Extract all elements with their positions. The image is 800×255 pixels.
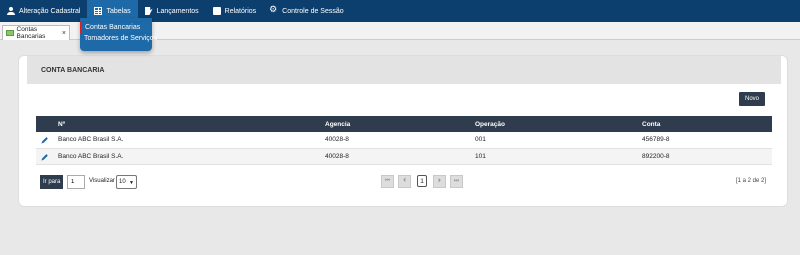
view-label: Visualizar (89, 178, 115, 184)
next-page-button[interactable]: ⏵ (433, 175, 446, 188)
table-row: Banco ABC Brasil S.A. 40028-8 001 456789… (36, 132, 772, 149)
header-numero: Nº (54, 116, 321, 132)
menu-label: Alteração Cadastral (19, 7, 81, 15)
pencil-icon[interactable] (42, 153, 48, 160)
tab-label: Contas Bancarias (16, 26, 46, 40)
tab-contas-bancarias[interactable]: Contas Bancarias × (2, 25, 70, 40)
menu-label: Lançamentos (156, 7, 199, 15)
first-page-button[interactable]: ⏮ (381, 175, 394, 188)
cell-conta: 892200-8 (638, 148, 772, 165)
user-icon (7, 7, 15, 15)
page-size-select[interactable]: 10 ▼ (116, 175, 137, 189)
gear-icon (269, 4, 278, 15)
header-edit (36, 116, 54, 132)
pagination: ⏮ ⏴ 1 ⏵ ⏭ (381, 175, 463, 188)
new-button[interactable]: Novo (738, 92, 765, 106)
edit-cell (36, 132, 54, 149)
goto-page-button[interactable]: Ir para (40, 175, 64, 189)
cell-operacao: 001 (471, 132, 638, 149)
close-icon[interactable]: × (62, 30, 66, 37)
menu-alteracao-cadastral[interactable]: Alteração Cadastral (0, 0, 87, 22)
header-conta: Conta (638, 116, 772, 132)
last-page-button[interactable]: ⏭ (450, 175, 463, 188)
table-footer: Ir para Visualizar 10 ▼ ⏮ ⏴ 1 ⏵ ⏭ [1 a 2… (40, 173, 768, 191)
menu-label: Controle de Sessão (282, 7, 344, 15)
edit-cell (36, 148, 54, 165)
edit-icon (144, 7, 153, 15)
folder-icon (6, 30, 14, 36)
cell-agencia: 40028-8 (321, 132, 471, 149)
current-page[interactable]: 1 (417, 175, 427, 187)
menu-controle-sessao[interactable]: Controle de Sessão (263, 0, 350, 22)
record-range: [1 a 2 de 2] (735, 178, 766, 184)
pencil-icon[interactable] (42, 137, 48, 144)
panel-title: CONTA BANCARIA (27, 56, 781, 84)
dropdown-item-tomadores-servicos[interactable]: Tomadores de Serviços (80, 33, 157, 44)
goto-page-input[interactable] (67, 175, 85, 189)
menu-label: Relatórios (224, 7, 257, 15)
menu-label: Tabelas (106, 7, 131, 15)
report-icon (212, 7, 221, 15)
chevron-down-icon: ▼ (129, 180, 134, 186)
header-operacao: Operação (471, 116, 638, 132)
cell-banco: Banco ABC Brasil S.A. (54, 148, 321, 165)
conta-bancaria-panel: CONTA BANCARIA Novo Nº Agencia Operação … (18, 55, 788, 207)
tabelas-dropdown: Contas Bancarias Tomadores de Serviços (80, 18, 157, 51)
table-icon (94, 7, 103, 15)
cell-agencia: 40028-8 (321, 148, 471, 165)
accounts-table: Nº Agencia Operação Conta Banco ABC Bras… (36, 116, 772, 165)
cell-operacao: 101 (471, 148, 638, 165)
header-agencia: Agencia (321, 116, 471, 132)
table-row: Banco ABC Brasil S.A. 40028-8 101 892200… (36, 148, 772, 165)
page-size-value: 10 (119, 179, 126, 185)
prev-page-button[interactable]: ⏴ (398, 175, 411, 188)
menu-relatorios[interactable]: Relatórios (206, 0, 264, 22)
cell-banco: Banco ABC Brasil S.A. (54, 132, 321, 149)
table-header-row: Nº Agencia Operação Conta (36, 116, 772, 132)
dropdown-item-contas-bancarias[interactable]: Contas Bancarias (80, 21, 152, 34)
cell-conta: 456789-8 (638, 132, 772, 149)
